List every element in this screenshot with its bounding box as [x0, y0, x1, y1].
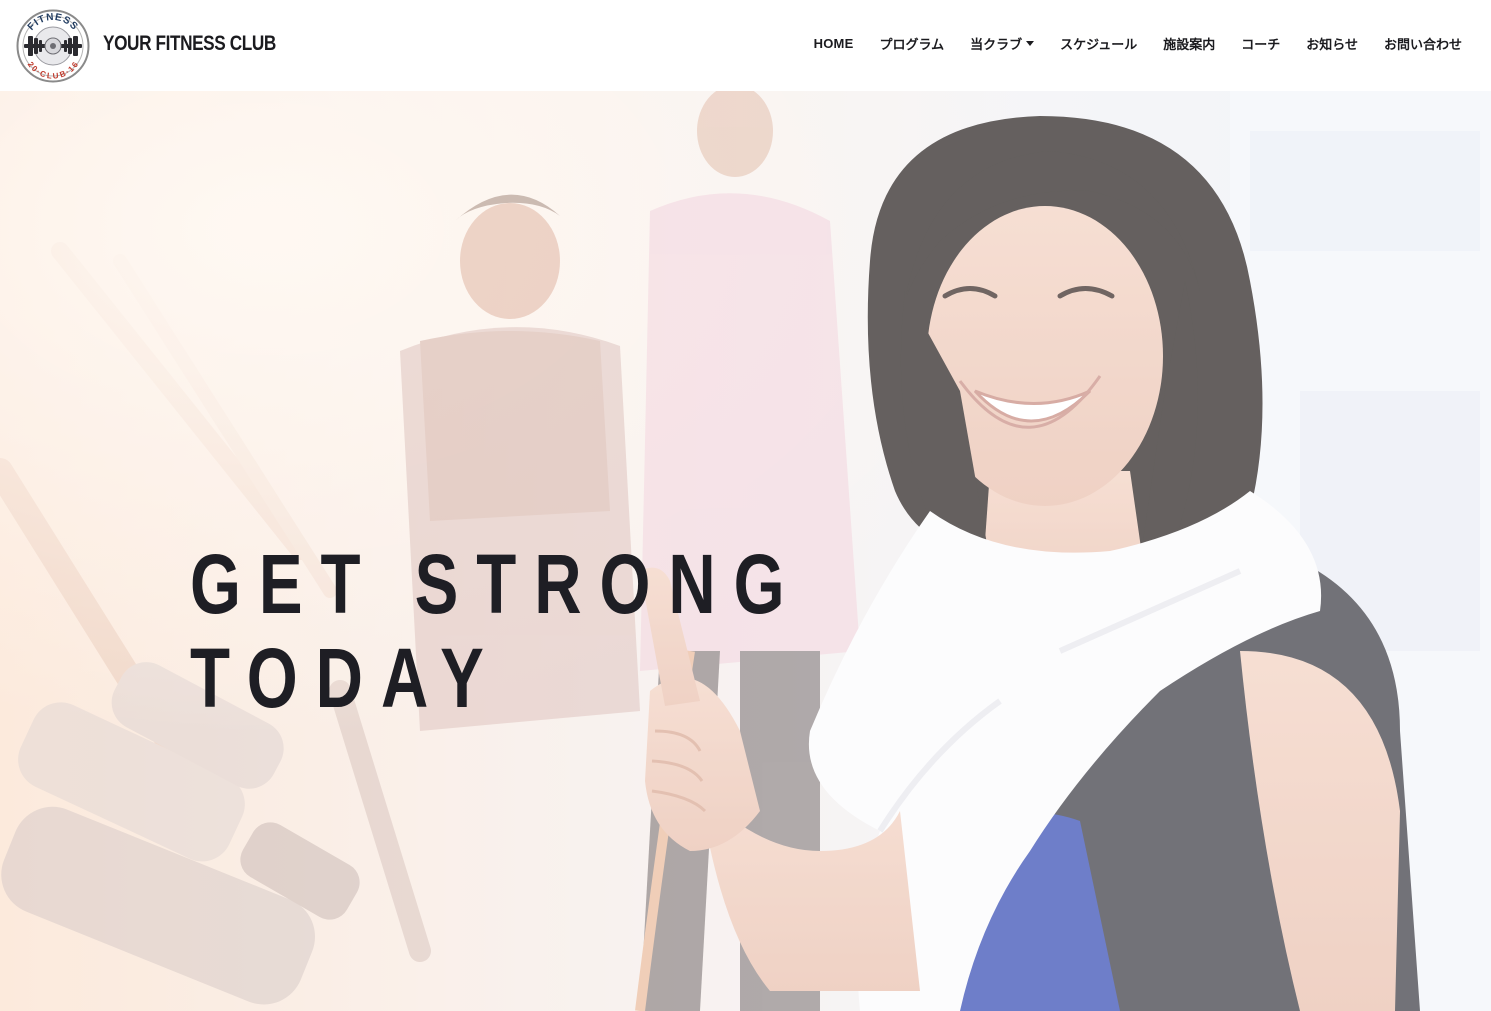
nav-facilities[interactable]: 施設案内	[1163, 34, 1215, 53]
nav-about-club-label: 当クラブ	[970, 38, 1023, 53]
hero-title-line1: GET STRONG	[190, 537, 803, 631]
nav-news[interactable]: お知らせ	[1306, 34, 1358, 53]
hero-section: GET STRONG TODAY	[0, 91, 1491, 1011]
nav-schedule[interactable]: スケジュール	[1060, 34, 1137, 53]
nav-contact[interactable]: お問い合わせ	[1384, 34, 1462, 53]
hero-title: GET STRONG TODAY	[190, 537, 803, 725]
site-header: FITNESS 20·CLUB·16 YOUR FITNESS CLUB HOM…	[0, 0, 1491, 91]
caret-down-icon	[1026, 41, 1035, 46]
barbell-badge-icon: FITNESS 20·CLUB·16	[16, 9, 90, 83]
nav-home[interactable]: HOME	[814, 36, 854, 51]
hero-title-line2: TODAY	[190, 631, 502, 725]
nav-about-club[interactable]: 当クラブ	[970, 34, 1035, 53]
nav-program[interactable]: プログラム	[879, 34, 944, 53]
nav-coach[interactable]: コーチ	[1241, 34, 1280, 53]
main-nav: HOME プログラム 当クラブ スケジュール 施設案内 コーチ お知らせ お問い…	[814, 34, 1462, 53]
brand-name[interactable]: YOUR FITNESS CLUB	[103, 32, 276, 56]
logo[interactable]: FITNESS 20·CLUB·16	[16, 9, 90, 83]
